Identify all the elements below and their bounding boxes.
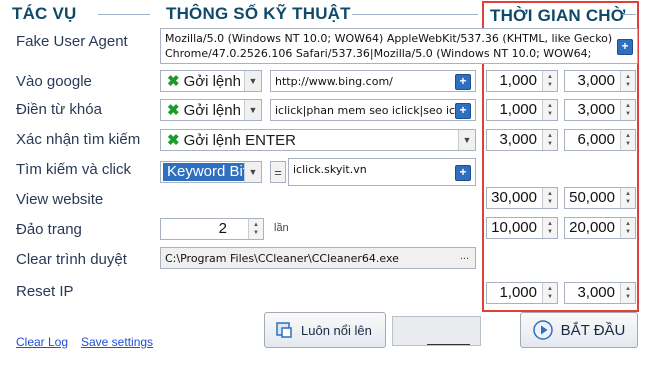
chevron-down-icon[interactable]: ▼ — [244, 162, 261, 182]
wait-min-confirm[interactable]: 3,000 ▲ ▼ — [486, 129, 558, 151]
browse-button[interactable]: ... — [460, 250, 469, 262]
header-rule — [352, 14, 478, 15]
keyword-value: iclick|phan mem seo iclick|seo icli — [275, 104, 462, 117]
label-confirm-search: Xác nhận tìm kiếm — [16, 131, 141, 148]
wait-value: 3,000 — [577, 101, 615, 118]
wait-value: 50,000 — [569, 189, 615, 206]
wait-spinner[interactable]: ▲ ▼ — [542, 130, 557, 150]
wait-max-reset[interactable]: 3,000 ▲ ▼ — [564, 282, 636, 304]
wait-max-flip[interactable]: 20,000 ▲ ▼ — [564, 217, 636, 239]
page-flip-count-input[interactable]: 2 ▲ ▼ — [160, 218, 264, 240]
play-icon — [532, 320, 553, 340]
wait-spinner[interactable]: ▲ ▼ — [542, 218, 557, 238]
label-fake-user-agent: Fake User Agent — [16, 33, 128, 50]
wait-max-confirm[interactable]: 6,000 ▲ ▼ — [564, 129, 636, 151]
wait-spinner[interactable]: ▲ ▼ — [542, 188, 557, 208]
save-settings-link[interactable]: Save settings — [81, 335, 153, 349]
clear-log-link[interactable]: Clear Log — [16, 335, 68, 349]
wait-spinner[interactable]: ▲ ▼ — [620, 71, 635, 91]
wait-min-google[interactable]: 1,000 ▲ ▼ — [486, 70, 558, 92]
start-label: BẮT ĐẦU — [560, 321, 626, 339]
cleaner-path-field[interactable]: C:\Program Files\CCleaner\CCleaner64.exe… — [160, 247, 476, 269]
label-goto-google: Vào google — [16, 73, 92, 90]
wait-value: 1,000 — [499, 72, 537, 89]
page-flip-unit: lần — [274, 222, 289, 234]
search-mode-value: Keyword Bit — [163, 163, 252, 181]
add-user-agent-icon[interactable]: + — [617, 39, 633, 55]
wait-spinner[interactable]: ▲ ▼ — [542, 71, 557, 91]
search-target-field[interactable]: iclick.skyit.vn + — [288, 158, 476, 186]
wait-min-reset[interactable]: 1,000 ▲ ▼ — [486, 282, 558, 304]
wait-value: 1,000 — [499, 101, 537, 118]
header-rule — [98, 14, 150, 15]
google-command-select[interactable]: ✖ Gởi lệnh ▼ — [160, 70, 262, 92]
cleaner-path-value: C:\Program Files\CCleaner\CCleaner64.exe — [165, 252, 399, 265]
green-x-icon: ✖ — [167, 102, 180, 119]
green-x-icon: ✖ — [167, 132, 180, 149]
wait-min-keyword[interactable]: 1,000 ▲ ▼ — [486, 99, 558, 121]
wait-value: 20,000 — [569, 219, 615, 236]
wait-spinner[interactable]: ▲ ▼ — [620, 188, 635, 208]
label-view-website: View website — [16, 191, 104, 208]
status-box — [392, 316, 481, 346]
wait-value: 6,000 — [577, 131, 615, 148]
keyword-command-select[interactable]: ✖ Gởi lệnh ▼ — [160, 99, 262, 121]
search-target-value: iclick.skyit.vn — [293, 163, 367, 176]
confirm-command-value: Gởi lệnh ENTER — [183, 131, 296, 149]
keyword-command-value: Gởi lệnh — [183, 101, 241, 119]
green-x-icon: ✖ — [167, 73, 180, 90]
wait-value: 10,000 — [491, 219, 537, 236]
start-button[interactable]: BẮT ĐẦU — [520, 312, 638, 348]
wait-value: 30,000 — [491, 189, 537, 206]
user-agent-textarea[interactable]: Mozilla/5.0 (Windows NT 10.0; WOW64) App… — [160, 28, 638, 64]
wait-min-flip[interactable]: 10,000 ▲ ▼ — [486, 217, 558, 239]
google-url-value: http://www.bing.com/ — [275, 75, 393, 88]
wait-value: 3,000 — [577, 284, 615, 301]
wait-spinner[interactable]: ▲ ▼ — [620, 130, 635, 150]
wait-spinner[interactable]: ▲ ▼ — [542, 100, 557, 120]
wait-spinner[interactable]: ▲ ▼ — [542, 283, 557, 303]
add-keyword-icon[interactable]: + — [455, 103, 471, 119]
label-fill-keyword: Điền từ khóa — [16, 101, 102, 118]
google-url-field[interactable]: http://www.bing.com/ + — [270, 70, 476, 92]
user-agent-text: Mozilla/5.0 (Windows NT 10.0; WOW64) App… — [165, 32, 613, 60]
wait-value: 3,000 — [577, 72, 615, 89]
add-target-icon[interactable]: + — [455, 165, 471, 181]
chevron-down-icon[interactable]: ▼ — [244, 71, 261, 91]
always-on-top-button[interactable]: Luôn nổi lên — [264, 312, 386, 348]
wait-max-google[interactable]: 3,000 ▲ ▼ — [564, 70, 636, 92]
wait-spinner[interactable]: ▲ ▼ — [620, 283, 635, 303]
window-icon — [275, 321, 293, 339]
chevron-down-icon[interactable]: ▼ — [244, 100, 261, 120]
add-url-icon[interactable]: + — [455, 74, 471, 90]
header-specs: THÔNG SỐ KỸ THUẬT — [166, 4, 351, 23]
label-page-flip: Đảo trang — [16, 221, 82, 238]
wait-spinner[interactable]: ▲ ▼ — [620, 100, 635, 120]
page-flip-spinner[interactable]: ▲ ▼ — [248, 219, 263, 239]
search-operator[interactable]: = — [270, 161, 286, 183]
confirm-command-select[interactable]: ✖ Gởi lệnh ENTER ▼ — [160, 129, 476, 151]
chevron-down-icon[interactable]: ▼ — [458, 130, 475, 150]
label-clear-browser: Clear trình duyệt — [16, 251, 127, 268]
keyword-field[interactable]: iclick|phan mem seo iclick|seo icli + — [270, 99, 476, 121]
always-on-top-label: Luôn nổi lên — [301, 322, 372, 338]
wait-min-view[interactable]: 30,000 ▲ ▼ — [486, 187, 558, 209]
wait-spinner[interactable]: ▲ ▼ — [620, 218, 635, 238]
status-underline — [427, 344, 470, 345]
google-command-value: Gởi lệnh — [183, 72, 241, 90]
search-mode-select[interactable]: Keyword Bit ▼ — [160, 161, 262, 183]
wait-max-view[interactable]: 50,000 ▲ ▼ — [564, 187, 636, 209]
header-tasks: TÁC VỤ — [12, 4, 77, 23]
wait-max-keyword[interactable]: 3,000 ▲ ▼ — [564, 99, 636, 121]
label-search-click: Tìm kiếm và click — [16, 161, 132, 178]
wait-value: 1,000 — [499, 284, 537, 301]
label-reset-ip: Reset IP — [16, 283, 74, 300]
wait-value: 3,000 — [499, 131, 537, 148]
